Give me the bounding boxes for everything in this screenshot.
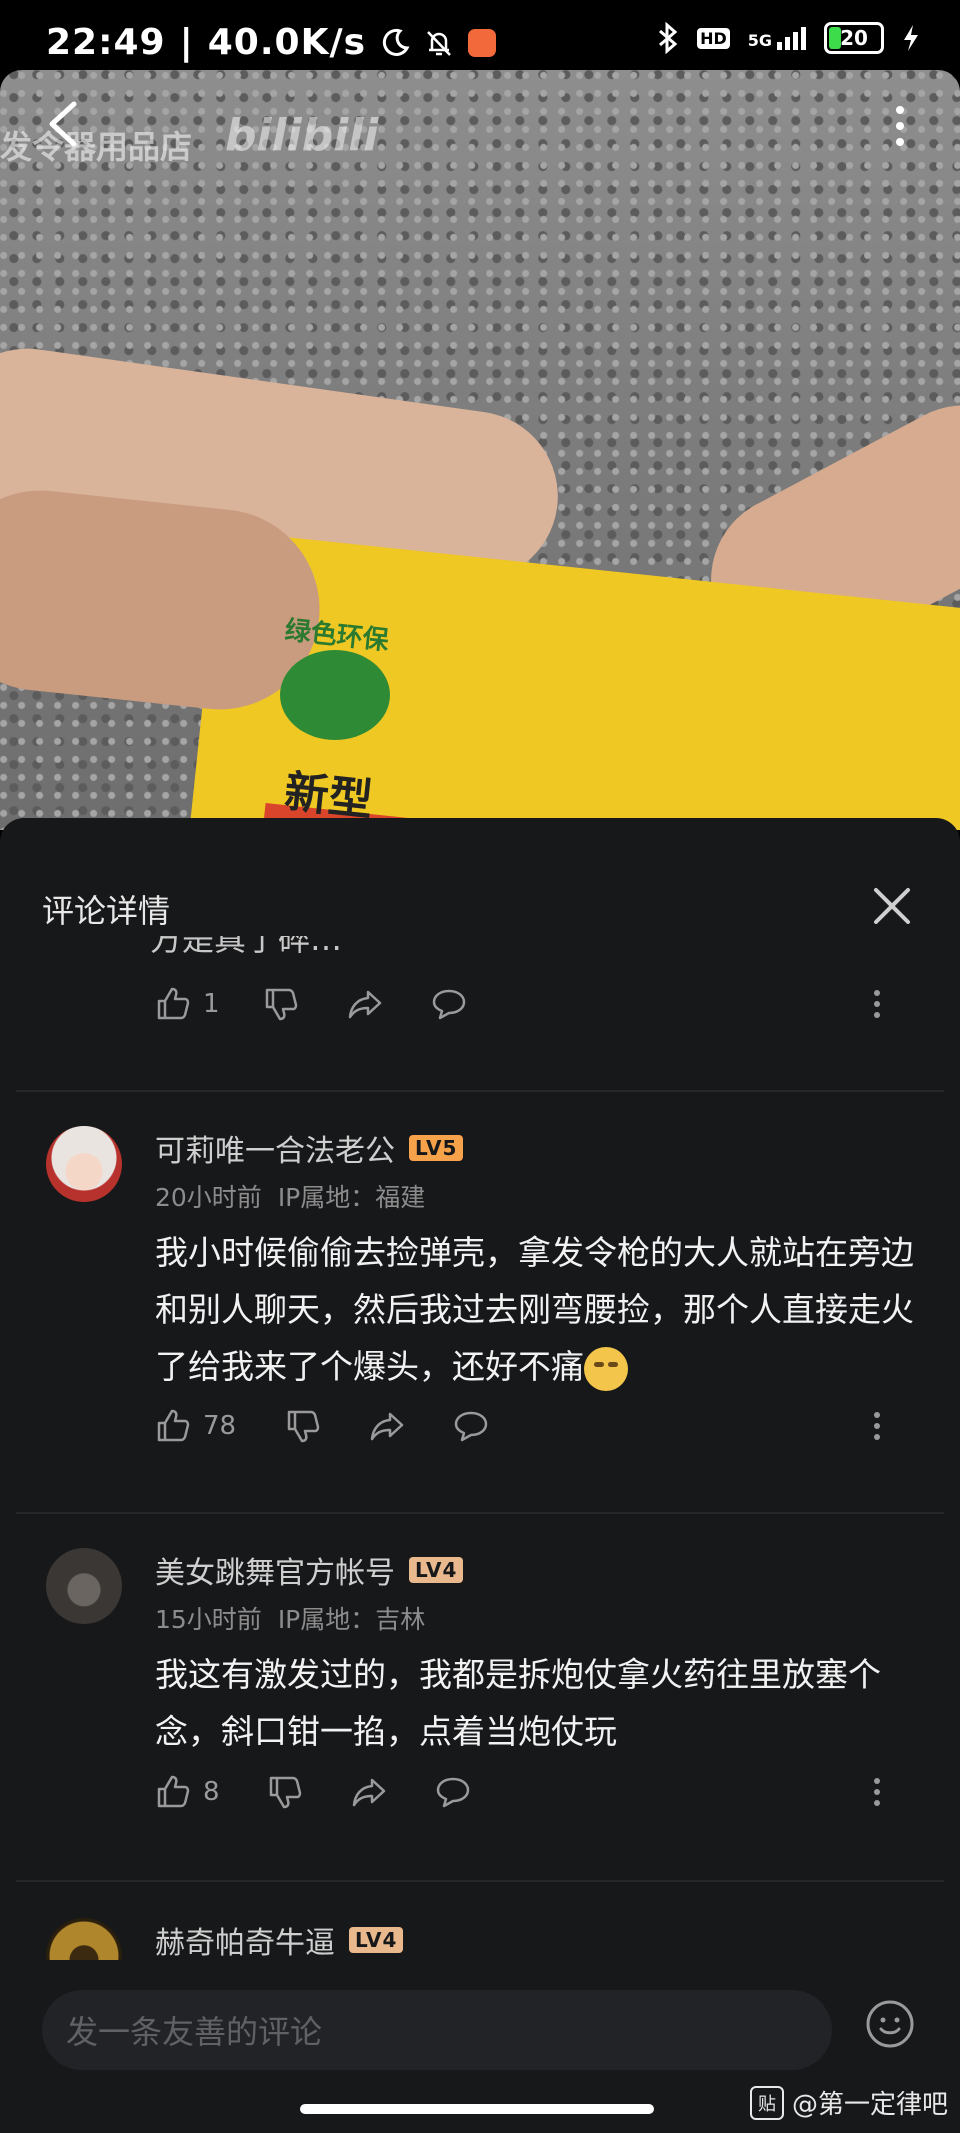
username[interactable]: 赫奇帕奇牛逼 xyxy=(155,1918,335,1962)
like-button[interactable]: 1 xyxy=(155,986,263,1022)
emoji-icon[interactable] xyxy=(864,1998,916,2050)
dislike-button[interactable] xyxy=(267,1774,351,1810)
comment-detail-panel: 评论详情 方是真了碎… 1 可莉唯一合法老公 LV5 20小时前 IP属地：福建 xyxy=(0,818,960,2133)
back-arrow-icon[interactable] xyxy=(44,100,84,148)
app-notification-icon xyxy=(468,28,497,57)
comment-text: 我这有激发过的，我都是拆炮仗拿火药往里放塞个念，斜口钳一掐，点着当炮仗玩 xyxy=(155,1655,881,1751)
hd-badge: HD xyxy=(697,27,730,49)
battery-icon: 20 xyxy=(824,22,884,54)
more-vertical-icon xyxy=(874,1778,880,1806)
more-vertical-icon xyxy=(874,1412,880,1440)
level-badge: LV4 xyxy=(409,1557,464,1583)
comment-bubble-icon xyxy=(454,1411,488,1442)
like-button[interactable]: 8 xyxy=(155,1774,267,1810)
clock: 22:49 xyxy=(46,22,166,63)
share-icon xyxy=(348,990,382,1019)
comment-ip: IP属地：吉林 xyxy=(277,1605,426,1634)
comment-actions: 1 xyxy=(155,984,895,1024)
comment-ip: IP属地：福建 xyxy=(277,1183,426,1212)
status-left: 22:49 | 40.0K/s xyxy=(46,22,497,63)
doge-emoji-icon xyxy=(584,1346,628,1391)
level-badge: LV4 xyxy=(349,1927,404,1953)
username[interactable]: 可莉唯一合法老公 xyxy=(155,1126,395,1170)
video-watermark-shop: 发令器用品店 xyxy=(0,128,193,166)
more-vertical-icon xyxy=(874,990,880,1018)
more-button[interactable] xyxy=(859,1774,895,1810)
share-button[interactable] xyxy=(347,986,431,1022)
panel-title: 评论详情 xyxy=(42,892,171,930)
level-badge: LV5 xyxy=(409,1135,464,1161)
share-button[interactable] xyxy=(351,1774,435,1810)
reply-button[interactable] xyxy=(453,1408,537,1444)
thumbs-up-icon xyxy=(157,1409,190,1442)
thumbs-down-icon xyxy=(269,1776,302,1809)
reply-button[interactable] xyxy=(435,1774,519,1810)
more-vertical-icon[interactable] xyxy=(890,102,910,150)
username[interactable]: 美女跳舞官方帐号 xyxy=(155,1548,395,1592)
comment-actions: 78 xyxy=(155,1406,895,1446)
thumbs-up-icon xyxy=(157,1775,190,1808)
divider xyxy=(16,1090,944,1092)
home-indicator[interactable] xyxy=(300,2104,654,2114)
comment-meta: 20小时前 IP属地：福建 xyxy=(155,1178,425,1214)
status-right: HD 5G 20 xyxy=(657,22,920,54)
like-count: 8 xyxy=(203,1777,220,1807)
like-button[interactable]: 78 xyxy=(155,1408,285,1444)
comment-text: 我小时候偷偷去捡弹壳，拿发令枪的大人就站在旁边和别人聊天，然后我过去刚弯腰捡，那… xyxy=(155,1224,915,1395)
video-player[interactable]: 绿色环保 新型 发令器用品店 bilibili xyxy=(0,70,960,830)
avatar[interactable] xyxy=(46,1126,122,1202)
share-button[interactable] xyxy=(369,1408,453,1444)
clipped-comment-text: 方是真了碎… xyxy=(150,936,343,958)
like-count: 78 xyxy=(203,1411,237,1441)
moon-icon xyxy=(382,28,410,56)
thumbs-down-icon xyxy=(287,1410,320,1443)
thumbs-up-icon xyxy=(157,987,190,1020)
dislike-button[interactable] xyxy=(263,986,347,1022)
divider xyxy=(16,1880,944,1882)
close-icon[interactable] xyxy=(872,886,912,926)
comment-time: 20小时前 xyxy=(155,1183,262,1212)
divider xyxy=(16,1512,944,1514)
comment-time: 15小时前 xyxy=(155,1605,262,1634)
comment-bubble-icon xyxy=(436,1777,470,1808)
reply-button[interactable] xyxy=(431,986,515,1022)
source-text: @第一定律吧 xyxy=(791,2090,948,2120)
comment-bubble-icon xyxy=(432,989,466,1020)
source-watermark: 贴 @第一定律吧 xyxy=(749,2084,948,2121)
dislike-button[interactable] xyxy=(285,1408,369,1444)
bluetooth-icon xyxy=(659,22,678,54)
bell-muted-icon xyxy=(427,30,451,56)
charging-icon xyxy=(904,25,918,51)
signal-icon: 5G xyxy=(748,26,806,50)
share-icon xyxy=(370,1412,404,1441)
comment-input[interactable]: 发一条友善的评论 xyxy=(42,1990,832,2070)
like-count: 1 xyxy=(203,989,220,1019)
tieba-icon: 贴 xyxy=(749,2085,784,2120)
comment-meta: 15小时前 IP属地：吉林 xyxy=(155,1600,425,1636)
more-button[interactable] xyxy=(859,986,895,1022)
thumbs-down-icon xyxy=(265,988,298,1021)
more-button[interactable] xyxy=(859,1408,895,1444)
comment-actions: 8 xyxy=(155,1772,895,1812)
net-speed: 40.0K/s xyxy=(207,22,367,63)
avatar[interactable] xyxy=(46,1548,122,1624)
share-icon xyxy=(352,1778,386,1807)
input-placeholder: 发一条友善的评论 xyxy=(66,2013,323,2051)
bilibili-watermark: bilibili xyxy=(225,110,379,161)
